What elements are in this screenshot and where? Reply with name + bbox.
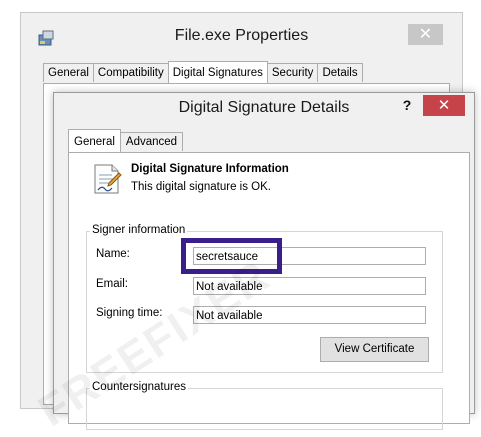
properties-close-button[interactable]: ✕ xyxy=(408,24,443,45)
dialog-tab-strip: General Advanced xyxy=(68,129,184,152)
countersignatures-group xyxy=(86,388,443,430)
name-label: Name: xyxy=(96,248,130,260)
dialog-close-button[interactable]: ✕ xyxy=(423,95,465,116)
signing-time-field[interactable]: Not available xyxy=(193,306,426,324)
email-label: Email: xyxy=(96,278,128,290)
countersignatures-label: Countersignatures xyxy=(90,381,188,393)
tab-security[interactable]: Security xyxy=(266,63,319,82)
email-field[interactable]: Not available xyxy=(193,277,426,295)
signing-time-label: Signing time: xyxy=(96,307,163,319)
tab-general[interactable]: General xyxy=(43,63,94,82)
properties-tab-strip: General Compatibility Digital Signatures… xyxy=(43,61,363,83)
dialog-tab-general[interactable]: General xyxy=(68,129,121,152)
properties-window-title: File.exe Properties xyxy=(174,27,309,44)
signature-info-heading: Digital Signature Information xyxy=(131,163,289,175)
name-highlight-box xyxy=(181,238,282,274)
tab-digital-signatures[interactable]: Digital Signatures xyxy=(167,61,268,83)
tab-compatibility[interactable]: Compatibility xyxy=(92,63,169,82)
help-button[interactable]: ? xyxy=(400,97,414,113)
view-certificate-button[interactable]: View Certificate xyxy=(320,337,429,362)
signer-info-label: Signer information xyxy=(90,224,188,236)
tab-details[interactable]: Details xyxy=(317,63,363,82)
dialog-tab-advanced[interactable]: Advanced xyxy=(119,132,184,151)
signature-status-text: This digital signature is OK. xyxy=(131,181,271,193)
certificate-document-icon xyxy=(94,164,122,194)
properties-titlebar: File.exe Properties ✕ xyxy=(21,13,462,59)
